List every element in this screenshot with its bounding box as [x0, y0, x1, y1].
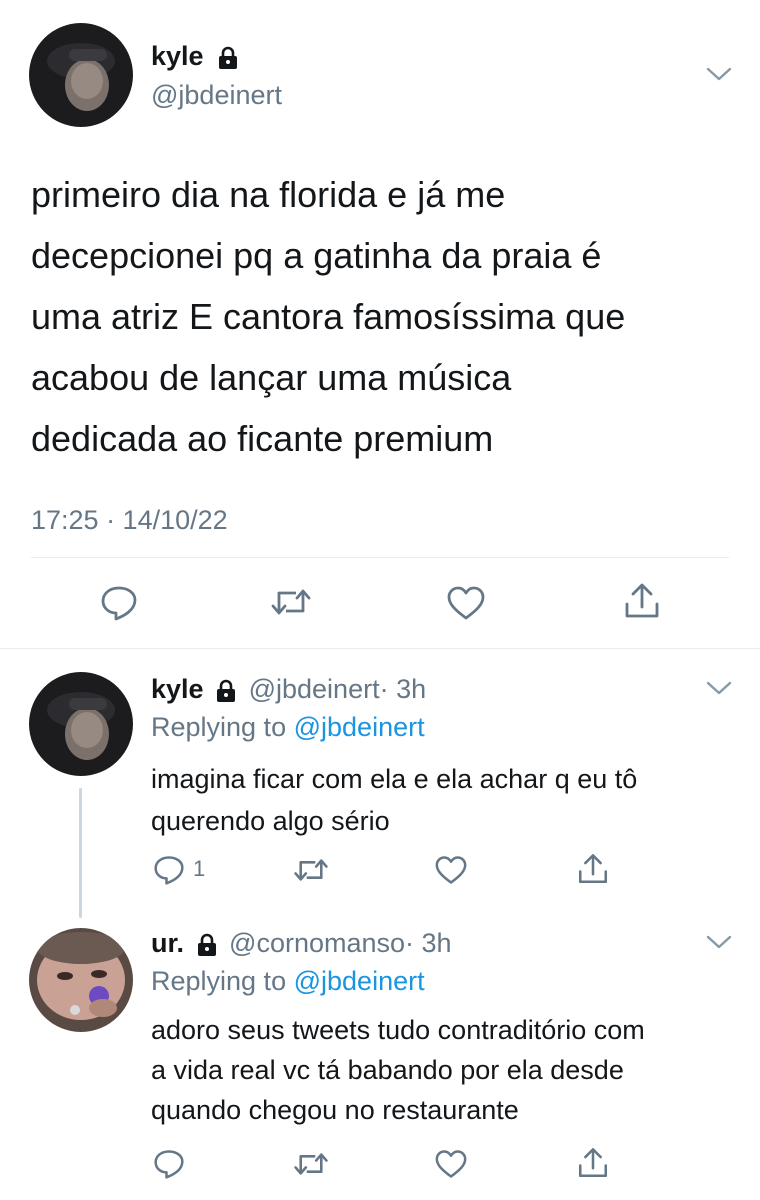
chevron-down-icon[interactable]	[706, 66, 732, 82]
lock-icon	[217, 46, 239, 70]
replying-to-handle[interactable]: @jbdeinert	[294, 712, 425, 742]
tweet-text-line: a vida real vc tá babando por ela desde	[151, 1055, 624, 1085]
reply-header: kyle @jbdeinert· 3h	[151, 672, 426, 706]
replying-to-label: Replying to	[151, 966, 287, 996]
tweet-text-line: acabou de lançar uma música	[31, 357, 512, 398]
chevron-down-icon[interactable]	[706, 680, 732, 696]
tweet-text: primeiro dia na florida e já me decepcio…	[31, 164, 625, 469]
avatar[interactable]	[29, 23, 133, 127]
author-handle[interactable]: @jbdeinert	[249, 674, 380, 704]
like-icon[interactable]	[434, 855, 468, 885]
tweet-text: imagina ficar com ela e ela achar q eu t…	[151, 758, 637, 842]
retweet-icon[interactable]	[293, 1149, 329, 1179]
author-name[interactable]: kyle	[151, 674, 204, 704]
replying-to-label: Replying to	[151, 712, 287, 742]
lock-icon	[196, 933, 218, 957]
avatar[interactable]	[29, 928, 133, 1032]
reply-icon[interactable]	[153, 855, 185, 885]
thread-line	[79, 788, 82, 918]
replying-to-handle[interactable]: @jbdeinert	[294, 966, 425, 996]
lock-icon	[215, 679, 237, 703]
tweet-text-line: imagina ficar com ela e ela achar q eu t…	[151, 764, 638, 794]
divider	[0, 648, 760, 649]
tweet-time[interactable]: · 3h	[405, 928, 452, 958]
tweet-text-line: dedicada ao ficante premium	[31, 418, 494, 459]
reply-header: ur. @cornomanso· 3h	[151, 926, 452, 960]
tweet-timestamp[interactable]: 17:25 · 14/10/22	[31, 503, 228, 537]
tweet-text-line: quando chegou no restaurante	[151, 1095, 519, 1125]
share-icon[interactable]	[576, 852, 610, 886]
author-handle[interactable]: @jbdeinert	[151, 78, 282, 112]
tweet-time[interactable]: · 3h	[380, 674, 427, 704]
like-icon[interactable]	[434, 1149, 468, 1179]
reply-count: 1	[193, 856, 206, 881]
replying-to: Replying to @jbdeinert	[151, 710, 425, 744]
author-name[interactable]: kyle	[151, 41, 204, 71]
tweet-text-line: querendo algo sério	[151, 806, 390, 836]
reply-icon[interactable]	[153, 1149, 185, 1179]
tweet-text: adoro seus tweets tudo contraditório com…	[151, 1010, 645, 1130]
share-icon[interactable]	[576, 1146, 610, 1180]
reply-icon[interactable]	[100, 585, 138, 621]
replying-to: Replying to @jbdeinert	[151, 964, 425, 998]
tweet-text-line: uma atriz E cantora famosíssima que	[31, 296, 626, 337]
like-icon[interactable]	[446, 585, 486, 621]
avatar[interactable]	[29, 672, 133, 776]
tweet-text-line: primeiro dia na florida e já me	[31, 174, 506, 215]
author-name[interactable]: ur.	[151, 928, 184, 958]
retweet-icon[interactable]	[293, 855, 329, 885]
tweet-text-line: adoro seus tweets tudo contraditório com	[151, 1015, 645, 1045]
chevron-down-icon[interactable]	[706, 934, 732, 950]
tweet-text-line: decepcionei pq a gatinha da praia é	[31, 235, 602, 276]
author-handle[interactable]: @cornomanso	[229, 928, 405, 958]
divider	[31, 557, 729, 558]
share-icon[interactable]	[622, 582, 662, 620]
retweet-icon[interactable]	[270, 585, 312, 619]
